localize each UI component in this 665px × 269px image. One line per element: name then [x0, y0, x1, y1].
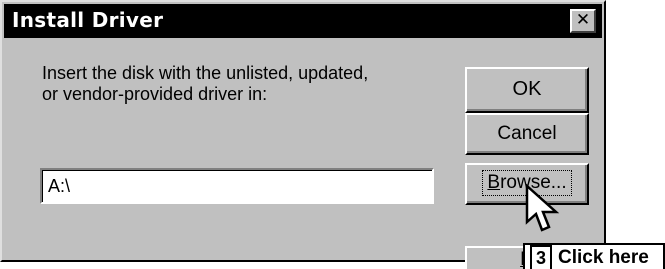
screenshot-stage: Install Driver ✕ Insert the disk with th… — [0, 0, 665, 269]
close-button[interactable]: ✕ — [570, 9, 596, 33]
prompt-text: Insert the disk with the unlisted, updat… — [42, 63, 462, 105]
close-icon: ✕ — [575, 10, 591, 30]
title-bar: Install Driver ✕ — [4, 4, 602, 38]
ok-button-label: OK — [512, 78, 542, 100]
cancel-button[interactable]: Cancel — [465, 113, 589, 155]
dialog-title: Install Driver — [12, 8, 164, 32]
step-callout: 3 Click here — [523, 243, 665, 269]
browse-accelerator: B — [487, 172, 501, 193]
prompt-line-2: or vendor-provided driver in: — [42, 84, 268, 104]
driver-path-input[interactable] — [40, 168, 434, 204]
ok-button[interactable]: OK — [465, 67, 589, 113]
step-number-badge: 3 — [530, 245, 552, 269]
prompt-line-1: Insert the disk with the unlisted, updat… — [42, 63, 369, 83]
cancel-button-label: Cancel — [497, 123, 557, 144]
mouse-pointer-icon — [525, 184, 560, 232]
callout-text: Click here — [558, 247, 649, 268]
